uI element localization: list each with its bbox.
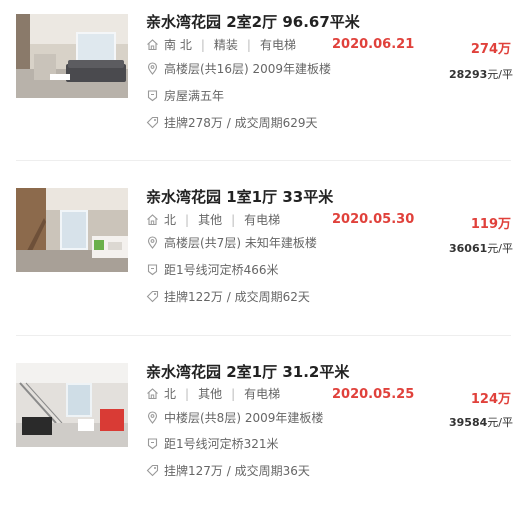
separator: | <box>185 386 190 401</box>
location-pin-icon <box>146 411 159 424</box>
listing-photo[interactable] <box>16 188 128 272</box>
deal-cycle: 挂牌127万 / 成交周期36天 <box>146 462 310 479</box>
total-price: 274万 <box>470 42 511 57</box>
deal-cycle-text: 挂牌278万 / 成交周期629天 <box>164 116 318 130</box>
separator: | <box>185 212 190 227</box>
decoration: 精装 <box>213 38 238 52</box>
separator: | <box>200 37 205 52</box>
deal-cycle: 挂牌278万 / 成交周期629天 <box>146 114 317 131</box>
floor-year: 高楼层(共16层) 2009年建板楼 <box>164 62 331 76</box>
location-pin-icon <box>146 62 159 75</box>
price-tag-icon <box>146 290 159 303</box>
deal-date: 2020.06.21 <box>332 37 415 52</box>
position-info: 高楼层(共7层) 未知年建板楼 <box>146 234 317 251</box>
unit-price: 36061元/平 <box>449 240 513 256</box>
decoration: 其他 <box>198 387 223 401</box>
price-tag-icon <box>146 116 159 129</box>
unit-price-suffix: 元/平 <box>487 416 513 429</box>
unit-price-number: 28293 <box>449 68 488 81</box>
elevator: 有电梯 <box>244 213 281 227</box>
price-tag-icon <box>146 464 159 477</box>
location-pin-icon <box>146 236 159 249</box>
deal-date: 2020.05.30 <box>332 212 415 227</box>
unit-price-suffix: 元/平 <box>487 68 513 81</box>
listing-photo[interactable] <box>16 363 128 447</box>
tag-text: 房屋满五年 <box>164 89 225 103</box>
unit-price-number: 39584 <box>449 416 488 429</box>
deal-cycle: 挂牌122万 / 成交周期62天 <box>146 288 310 305</box>
house-info: 北 | 其他 | 有电梯 <box>146 211 280 228</box>
orientation: 北 <box>164 387 177 401</box>
listing-divider <box>16 160 511 161</box>
total-price: 124万 <box>470 392 511 407</box>
listing-title[interactable]: 亲水湾花园 2室1厅 31.2平米 <box>146 361 349 382</box>
deal-date: 2020.05.25 <box>332 387 415 402</box>
elevator: 有电梯 <box>244 387 281 401</box>
shield-badge-icon <box>146 263 159 276</box>
listing-item[interactable]: 亲水湾花园 2室1厅 31.2平米 北 | 其他 | 有电梯 124万 2020… <box>0 350 527 520</box>
listing-tag: 距1号线河定桥466米 <box>146 261 279 278</box>
listing-title[interactable]: 亲水湾花园 1室1厅 33平米 <box>146 186 333 207</box>
deal-cycle-text: 挂牌127万 / 成交周期36天 <box>164 464 310 478</box>
separator: | <box>246 37 251 52</box>
deal-cycle-text: 挂牌122万 / 成交周期62天 <box>164 290 310 304</box>
position-info: 高楼层(共16层) 2009年建板楼 <box>146 60 331 77</box>
floor-year: 高楼层(共7层) 未知年建板楼 <box>164 236 317 250</box>
position-info: 中楼层(共8层) 2009年建板楼 <box>146 409 323 426</box>
house-icon <box>146 213 159 226</box>
house-info: 北 | 其他 | 有电梯 <box>146 385 280 402</box>
elevator: 有电梯 <box>259 38 296 52</box>
tag-text: 距1号线河定桥466米 <box>164 263 279 277</box>
listing-photo[interactable] <box>16 14 128 98</box>
unit-price: 28293元/平 <box>449 66 513 82</box>
listing-tag: 距1号线河定桥321米 <box>146 435 279 452</box>
unit-price-suffix: 元/平 <box>487 242 513 255</box>
listing-item[interactable]: 亲水湾花园 2室2厅 96.67平米 南 北 | 精装 | 有电梯 274万 2… <box>0 0 527 170</box>
tag-text: 距1号线河定桥321米 <box>164 437 279 451</box>
house-icon <box>146 387 159 400</box>
unit-price-number: 36061 <box>449 242 488 255</box>
orientation: 南 北 <box>164 38 192 52</box>
listing-title[interactable]: 亲水湾花园 2室2厅 96.67平米 <box>146 11 360 32</box>
shield-badge-icon <box>146 89 159 102</box>
unit-price: 39584元/平 <box>449 414 513 430</box>
listing-divider <box>16 335 511 336</box>
total-price: 119万 <box>470 217 511 232</box>
separator: | <box>231 386 236 401</box>
listing-item[interactable]: 亲水湾花园 1室1厅 33平米 北 | 其他 | 有电梯 119万 2020.0… <box>0 175 527 345</box>
house-info: 南 北 | 精装 | 有电梯 <box>146 36 296 53</box>
decoration: 其他 <box>198 213 223 227</box>
listing-tag: 房屋满五年 <box>146 87 224 104</box>
orientation: 北 <box>164 213 177 227</box>
floor-year: 中楼层(共8层) 2009年建板楼 <box>164 411 324 425</box>
shield-badge-icon <box>146 437 159 450</box>
house-icon <box>146 38 159 51</box>
separator: | <box>231 212 236 227</box>
